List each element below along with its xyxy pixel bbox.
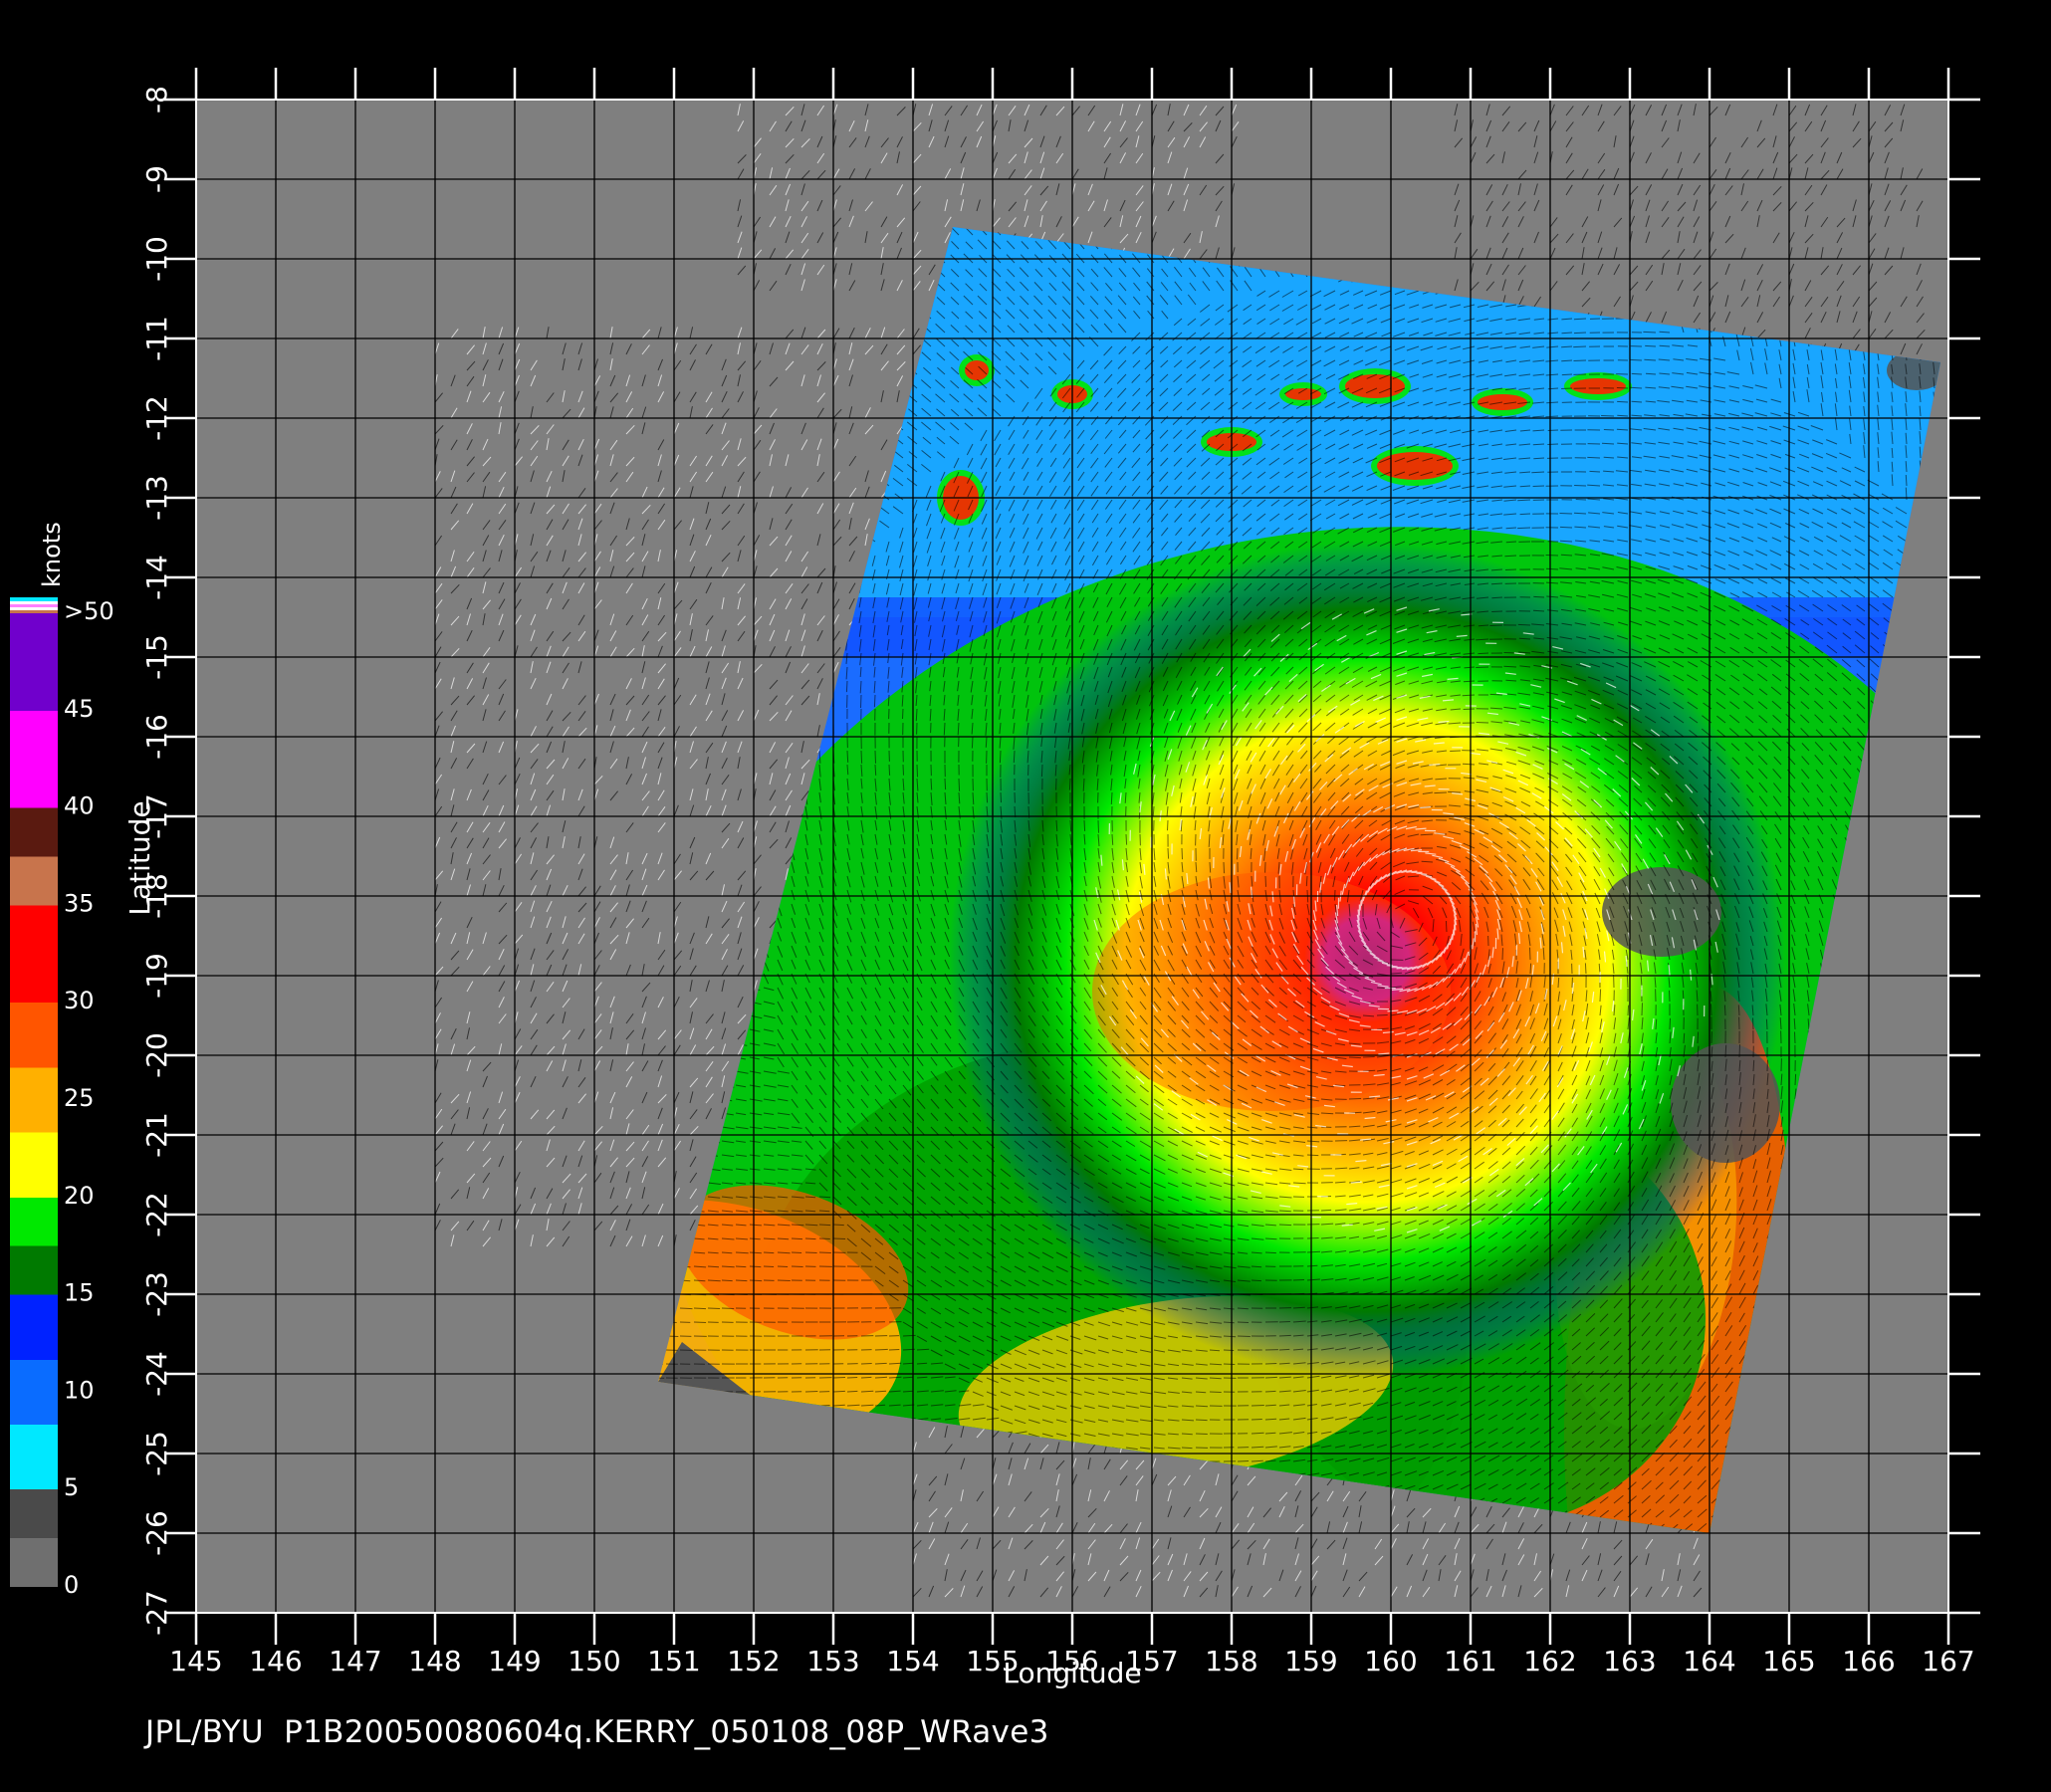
- lat-tick-label: -16: [140, 714, 173, 760]
- lat-tick-label: -8: [140, 86, 173, 113]
- colorbar-tick-label: 40: [64, 792, 95, 820]
- lon-tick-label: 151: [647, 1645, 700, 1678]
- wind-speed-colorbar: knots >50 45 40 35 30 25 20 15 10 5 0: [10, 522, 114, 1599]
- lon-tick-label: 167: [1922, 1645, 1974, 1678]
- lat-tick-label: -12: [140, 395, 173, 441]
- lat-tick-label: -21: [140, 1112, 173, 1158]
- colorbar-tick-label: 30: [64, 987, 95, 1014]
- lon-tick-label: 152: [727, 1645, 780, 1678]
- lon-tick-label: 150: [568, 1645, 620, 1678]
- lon-tick-label: 162: [1523, 1645, 1576, 1678]
- lon-tick-label: 161: [1444, 1645, 1496, 1678]
- lon-tick-label: 148: [408, 1645, 461, 1678]
- x-axis-label: Longitude: [1003, 1657, 1141, 1689]
- lon-tick-label: 158: [1205, 1645, 1257, 1678]
- lon-tick-label: 164: [1683, 1645, 1735, 1678]
- lon-tick-label: 166: [1842, 1645, 1895, 1678]
- lat-tick-label: -11: [140, 316, 173, 361]
- y-axis-label: Latitude: [123, 800, 156, 915]
- colorbar-tick-label: 20: [64, 1182, 95, 1210]
- colorbar-tick-label: 25: [64, 1084, 95, 1112]
- lon-tick-label: 165: [1762, 1645, 1815, 1678]
- lat-tick-label: -22: [140, 1192, 173, 1237]
- lon-tick-label: 145: [169, 1645, 222, 1678]
- colorbar-tick-label: 15: [64, 1279, 95, 1307]
- lat-tick-label: -13: [140, 475, 173, 521]
- lon-tick-label: 163: [1603, 1645, 1656, 1678]
- lon-tick-label: 160: [1364, 1645, 1417, 1678]
- lat-tick-label: -19: [140, 953, 173, 999]
- colorbar-tick-label: >50: [64, 597, 114, 625]
- lon-tick-label: 146: [249, 1645, 302, 1678]
- lat-tick-label: -23: [140, 1271, 173, 1317]
- colorbar-tick-label: 35: [64, 889, 95, 917]
- lon-tick-label: 149: [488, 1645, 541, 1678]
- lat-tick-label: -27: [140, 1590, 173, 1636]
- lat-tick-label: -26: [140, 1510, 173, 1556]
- lat-tick-label: -14: [140, 555, 173, 600]
- image-source-caption: JPL/BYU P1B20050080604q.KERRY_050108_08P…: [145, 1714, 1049, 1750]
- lon-tick-label: 147: [329, 1645, 381, 1678]
- colorbar-tick-label: 5: [64, 1473, 79, 1501]
- lat-tick-label: -20: [140, 1032, 173, 1078]
- colorbar-tick-label: 10: [64, 1376, 95, 1404]
- wind-speed-map: 145 146 147 148 149 150 151 152 153 154 155 156 157 1…: [10, 68, 1980, 1689]
- colorbar-unit-label: knots: [38, 522, 66, 587]
- lon-tick-label: 153: [806, 1645, 859, 1678]
- lat-tick-label: -9: [140, 165, 173, 193]
- lat-tick-label: -15: [140, 634, 173, 680]
- colorbar-top-stripes: [10, 597, 58, 613]
- lat-tick-label: -24: [140, 1351, 173, 1397]
- lon-tick-label: 159: [1284, 1645, 1337, 1678]
- colorbar-tick-label: 0: [64, 1571, 79, 1599]
- lat-tick-label: -25: [140, 1431, 173, 1476]
- lat-tick-label: -10: [140, 236, 173, 282]
- lon-tick-label: 154: [886, 1645, 939, 1678]
- colorbar-tick-label: 45: [64, 695, 95, 723]
